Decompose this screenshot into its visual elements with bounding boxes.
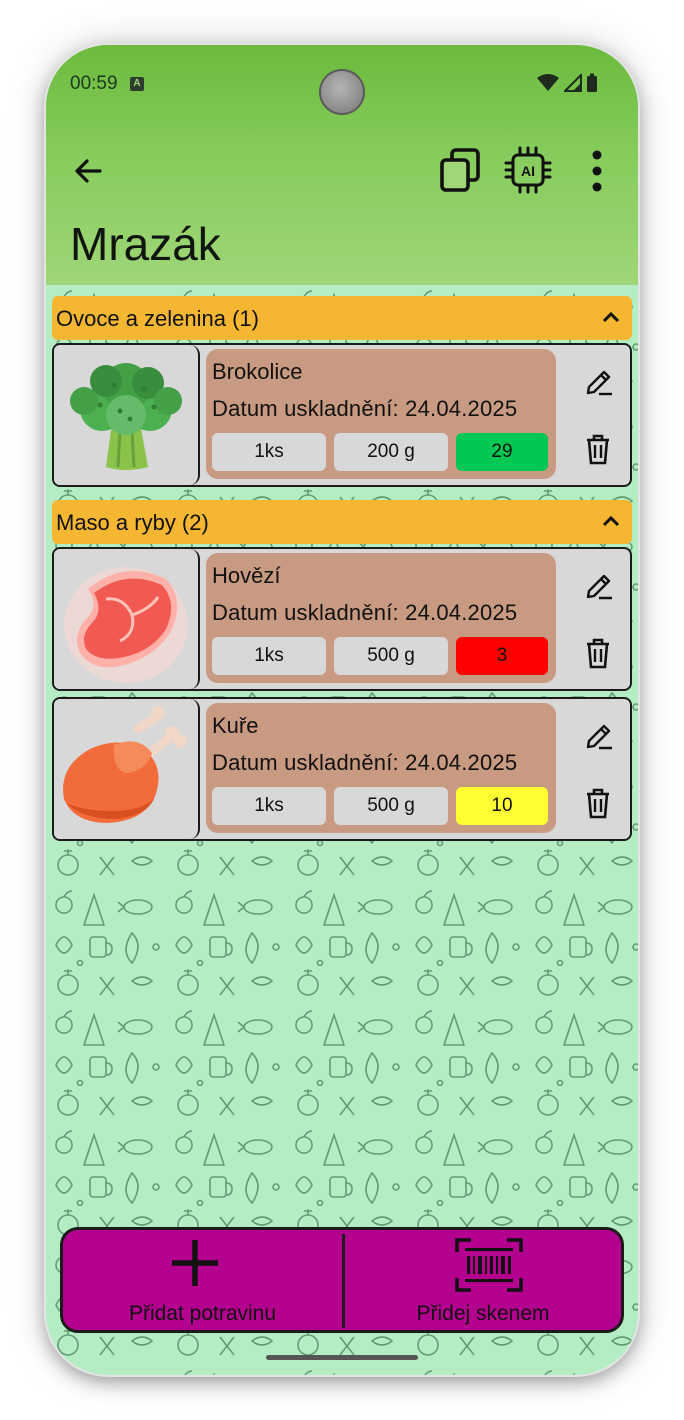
delete-icon[interactable] — [585, 787, 611, 819]
app-bar: 00:59 A AI Mrazák — [46, 45, 638, 285]
status-icons — [537, 73, 598, 93]
chicken-icon — [54, 699, 200, 839]
barcode-scan-icon — [455, 1238, 523, 1292]
more-vert-icon[interactable] — [586, 149, 608, 193]
item-name: Brokolice — [212, 359, 303, 384]
svg-text:AI: AI — [521, 163, 535, 179]
item-card: Kuře Datum uskladnění: 24.04.2025 1ks 50… — [206, 703, 556, 833]
list-item[interactable]: Hovězí Datum uskladnění: 24.04.2025 1ks … — [52, 547, 632, 691]
weight-chip: 500 g — [334, 637, 448, 675]
quantity-chip: 1ks — [212, 433, 326, 471]
home-indicator[interactable] — [266, 1355, 418, 1360]
days-left-chip: 29 — [456, 433, 548, 471]
beef-steak-icon — [54, 549, 200, 689]
ai-chip-icon[interactable]: AI — [504, 145, 552, 195]
page-title: Mrazák — [70, 218, 221, 270]
add-food-button[interactable]: Přidat potravinu — [63, 1230, 342, 1330]
bottom-action-bar: Přidat potravinu Přidej skenem — [60, 1227, 624, 1333]
category-header-maso[interactable]: Maso a ryby (2) — [52, 500, 632, 544]
item-name: Hovězí — [212, 563, 281, 588]
edit-icon[interactable] — [584, 721, 614, 751]
front-camera — [319, 69, 365, 115]
battery-icon — [587, 73, 597, 92]
status-time: 00:59 — [70, 73, 118, 94]
add-food-label: Přidat potravinu — [128, 1302, 277, 1325]
scan-barcode-button[interactable]: Přidej skenem — [345, 1230, 621, 1330]
weight-chip: 200 g — [334, 433, 448, 471]
weight-chip: 500 g — [334, 787, 448, 825]
copy-icon[interactable] — [438, 147, 482, 193]
edit-icon[interactable] — [584, 571, 614, 601]
chevron-up-icon — [602, 311, 620, 323]
chevron-up-icon — [602, 515, 620, 527]
category-title: Ovoce a zelenina (1) — [56, 306, 259, 331]
list-item[interactable]: Brokolice Datum uskladnění: 24.04.2025 1… — [52, 343, 632, 487]
item-date: Datum uskladnění: 24.04.2025 — [212, 396, 518, 421]
list-item[interactable]: Kuře Datum uskladnění: 24.04.2025 1ks 50… — [52, 697, 632, 841]
category-title: Maso a ryby (2) — [56, 510, 209, 535]
days-left-chip: 10 — [456, 787, 548, 825]
phone-frame: 00:59 A AI Mrazák Ovoce a zelenina (1) B… — [46, 45, 638, 1375]
quantity-chip: 1ks — [212, 787, 326, 825]
quantity-chip: 1ks — [212, 637, 326, 675]
scan-label: Přidej skenem — [416, 1302, 550, 1325]
item-date: Datum uskladnění: 24.04.2025 — [212, 600, 518, 625]
broccoli-icon — [54, 345, 200, 485]
signal-icon — [563, 74, 582, 92]
wifi-icon — [537, 74, 560, 91]
item-card: Brokolice Datum uskladnění: 24.04.2025 1… — [206, 349, 556, 479]
days-left-chip: 3 — [456, 637, 548, 675]
item-date: Datum uskladnění: 24.04.2025 — [212, 750, 518, 775]
category-header-ovoce[interactable]: Ovoce a zelenina (1) — [52, 296, 632, 340]
a-badge-icon: A — [130, 77, 144, 91]
delete-icon[interactable] — [585, 637, 611, 669]
edit-icon[interactable] — [584, 367, 614, 397]
delete-icon[interactable] — [585, 433, 611, 465]
item-name: Kuře — [212, 713, 259, 738]
item-card: Hovězí Datum uskladnění: 24.04.2025 1ks … — [206, 553, 556, 683]
plus-icon — [172, 1240, 218, 1286]
back-arrow-icon[interactable] — [70, 153, 106, 189]
